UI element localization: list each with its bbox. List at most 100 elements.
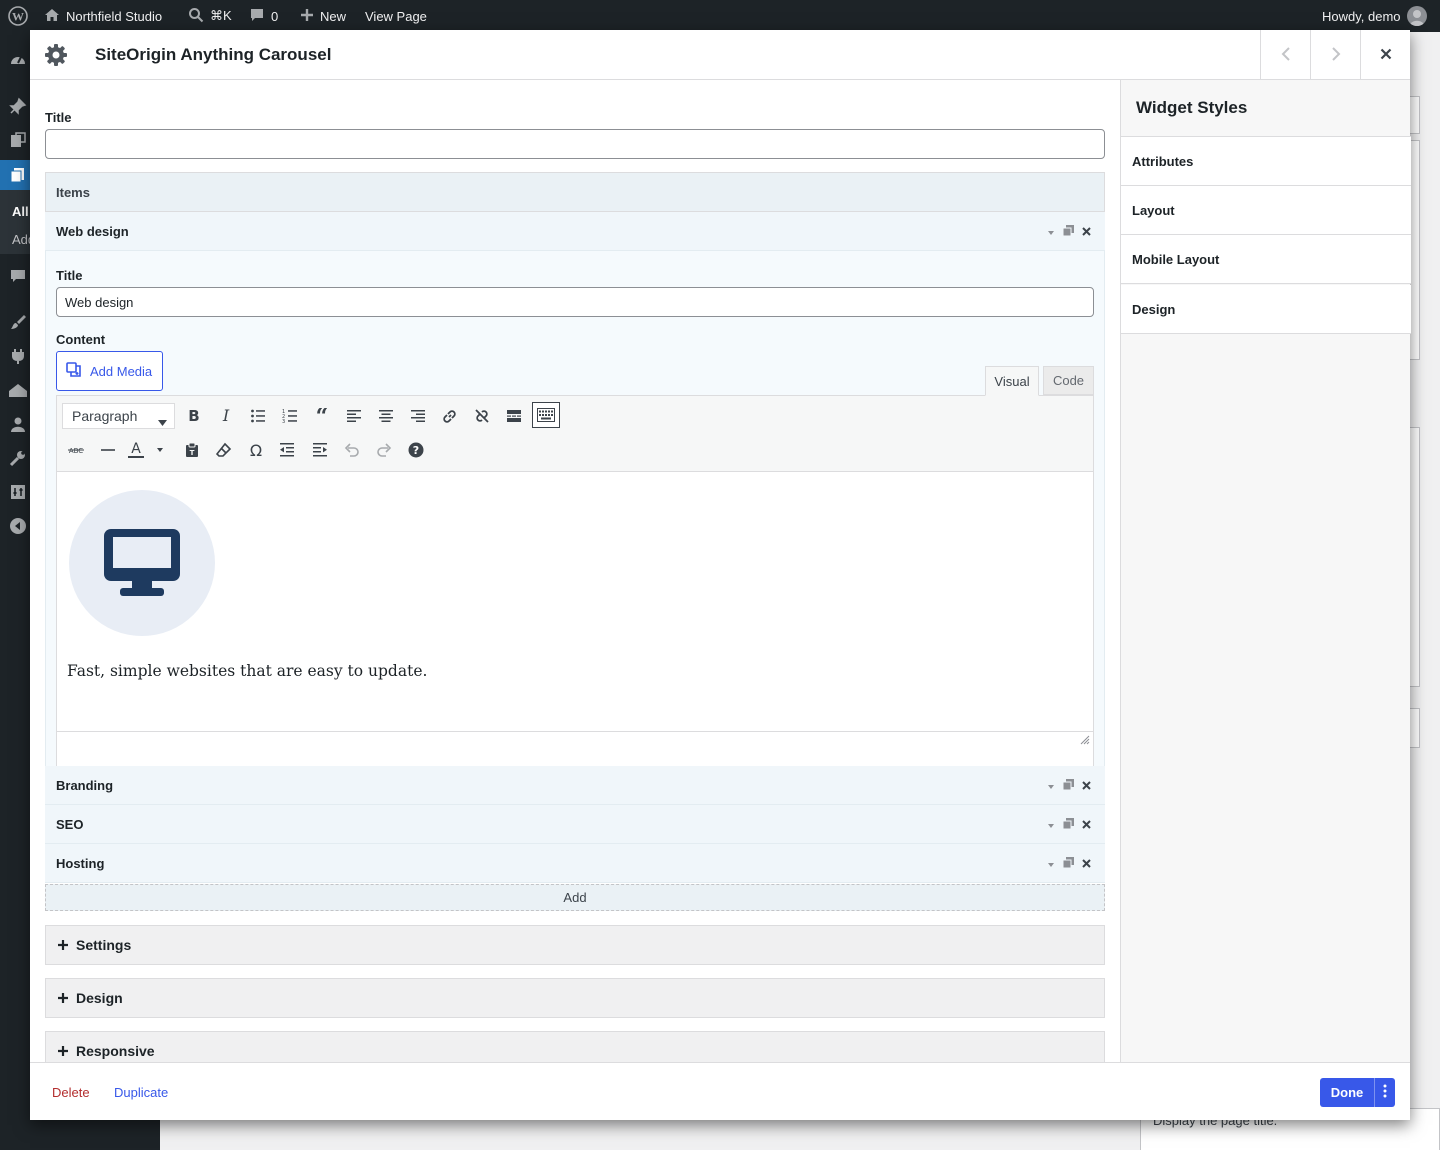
my-account[interactable]: Howdy, demo bbox=[1322, 0, 1427, 32]
admin-bar: W Northfield Studio ⌘K 0 New View Page H… bbox=[0, 0, 1440, 32]
strikethrough-icon[interactable]: ABC bbox=[62, 437, 90, 463]
plus-icon bbox=[58, 1043, 68, 1059]
outdent-icon[interactable] bbox=[273, 437, 301, 463]
align-right-icon[interactable] bbox=[404, 403, 432, 429]
svg-text:?: ? bbox=[413, 444, 419, 457]
plugins-icon[interactable] bbox=[8, 346, 28, 366]
paste-text-icon[interactable]: T bbox=[178, 437, 206, 463]
expand-toggle-icon[interactable] bbox=[1047, 817, 1055, 832]
style-section-mobile-layout[interactable]: Mobile Layout bbox=[1121, 235, 1411, 284]
widget-edit-dialog: SiteOrigin Anything Carousel Title Items… bbox=[30, 30, 1411, 1121]
settings-section-toggle[interactable]: Settings bbox=[45, 925, 1105, 965]
view-page-link[interactable]: View Page bbox=[365, 0, 427, 32]
close-dialog-button[interactable] bbox=[1360, 30, 1410, 80]
expand-toggle-icon[interactable] bbox=[1047, 778, 1055, 793]
wordpress-logo-icon[interactable]: W bbox=[8, 0, 28, 32]
clear-formatting-icon[interactable] bbox=[210, 437, 238, 463]
design-section-toggle[interactable]: Design bbox=[45, 978, 1105, 1018]
more-options-button[interactable] bbox=[1374, 1078, 1395, 1107]
redo-icon[interactable] bbox=[370, 437, 398, 463]
editor-paragraph: Fast, simple websites that are easy to u… bbox=[67, 662, 428, 680]
help-icon[interactable]: ? bbox=[402, 437, 430, 463]
svg-text:B: B bbox=[188, 408, 199, 424]
collapse-menu-icon[interactable] bbox=[8, 516, 28, 536]
site-origin-icon[interactable] bbox=[8, 380, 28, 400]
special-character-icon[interactable]: Ω bbox=[242, 437, 270, 463]
users-icon[interactable] bbox=[8, 414, 28, 434]
search-shortcut: ⌘K bbox=[210, 8, 232, 23]
comments-count: 0 bbox=[271, 8, 279, 24]
horizontal-line-icon[interactable] bbox=[94, 437, 122, 463]
new-content-link[interactable]: New bbox=[300, 0, 346, 32]
link-icon[interactable] bbox=[436, 403, 464, 429]
align-center-icon[interactable] bbox=[372, 403, 400, 429]
item-title-input[interactable]: Web design bbox=[56, 287, 1094, 317]
media-icon[interactable] bbox=[8, 130, 28, 150]
remove-item-icon[interactable] bbox=[1082, 856, 1091, 871]
duplicate-item-icon[interactable] bbox=[1062, 778, 1074, 793]
blockquote-icon[interactable]: “ bbox=[308, 403, 336, 429]
italic-icon[interactable]: I bbox=[212, 403, 240, 429]
tab-visual[interactable]: Visual bbox=[985, 366, 1039, 396]
tools-wrench-icon[interactable] bbox=[8, 448, 28, 468]
indent-icon[interactable] bbox=[306, 437, 334, 463]
next-widget-button[interactable] bbox=[1310, 30, 1360, 80]
unlink-icon[interactable] bbox=[468, 403, 496, 429]
chevron-right-icon bbox=[1330, 46, 1342, 64]
responsive-section-toggle[interactable]: Responsive bbox=[45, 1031, 1105, 1062]
expand-toggle-icon[interactable] bbox=[1047, 224, 1055, 239]
text-color-icon[interactable]: A bbox=[124, 437, 168, 463]
chevron-left-icon bbox=[1280, 46, 1292, 64]
duplicate-item-icon[interactable] bbox=[1062, 224, 1074, 239]
dialog-header: SiteOrigin Anything Carousel bbox=[30, 30, 1410, 80]
expand-toggle-icon[interactable] bbox=[1047, 856, 1055, 871]
repeater-item-header[interactable]: SEO bbox=[45, 805, 1105, 844]
bold-icon[interactable]: B bbox=[180, 403, 208, 429]
duplicate-item-icon[interactable] bbox=[1062, 856, 1074, 871]
site-name-link[interactable]: Northfield Studio bbox=[44, 0, 162, 32]
previous-widget-button[interactable] bbox=[1260, 30, 1310, 80]
svg-text:Ω: Ω bbox=[250, 442, 262, 458]
read-more-icon[interactable] bbox=[500, 403, 528, 429]
done-button[interactable]: Done bbox=[1320, 1078, 1374, 1107]
numbered-list-icon[interactable]: 123 bbox=[276, 403, 304, 429]
comments-menu-icon[interactable] bbox=[8, 266, 28, 286]
remove-item-icon[interactable] bbox=[1082, 224, 1091, 239]
toolbar-toggle-icon[interactable] bbox=[532, 402, 560, 428]
command-search[interactable]: ⌘K bbox=[188, 0, 232, 32]
tab-code[interactable]: Code bbox=[1043, 366, 1094, 395]
undo-icon[interactable] bbox=[338, 437, 366, 463]
appearance-brush-icon[interactable] bbox=[8, 312, 28, 332]
style-section-attributes[interactable]: Attributes bbox=[1121, 137, 1411, 186]
svg-text:“: “ bbox=[316, 408, 329, 424]
comments-link[interactable]: 0 bbox=[249, 0, 278, 32]
submenu-all-pages[interactable]: All bbox=[12, 204, 29, 219]
remove-item-icon[interactable] bbox=[1082, 778, 1091, 793]
site-name: Northfield Studio bbox=[66, 8, 163, 24]
section-label: Design bbox=[76, 990, 123, 1006]
resize-handle-icon[interactable] bbox=[1080, 733, 1090, 748]
add-item-button[interactable]: Add bbox=[45, 884, 1105, 911]
widget-styles-heading: Widget Styles bbox=[1121, 80, 1411, 137]
duplicate-link[interactable]: Duplicate bbox=[114, 1063, 168, 1121]
repeater-item-header[interactable]: Web design bbox=[45, 212, 1105, 251]
add-media-button[interactable]: Add Media bbox=[56, 351, 163, 391]
editor-content-area[interactable]: Fast, simple websites that are easy to u… bbox=[57, 472, 1093, 731]
remove-item-icon[interactable] bbox=[1082, 817, 1091, 832]
repeater-item-title: Hosting bbox=[56, 856, 105, 871]
format-select[interactable]: Paragraph bbox=[62, 403, 175, 429]
align-left-icon[interactable] bbox=[340, 403, 368, 429]
repeater-item-header[interactable]: Hosting bbox=[45, 844, 1105, 883]
avatar bbox=[1406, 6, 1427, 26]
posts-pin-icon[interactable] bbox=[8, 96, 28, 116]
chevron-down-icon bbox=[158, 413, 167, 429]
style-section-layout[interactable]: Layout bbox=[1121, 186, 1411, 235]
style-section-design[interactable]: Design bbox=[1121, 285, 1411, 334]
title-input[interactable] bbox=[45, 129, 1105, 159]
delete-link[interactable]: Delete bbox=[52, 1063, 90, 1121]
repeater-item-header[interactable]: Branding bbox=[45, 766, 1105, 805]
settings-sliders-icon[interactable] bbox=[8, 482, 28, 502]
bullet-list-icon[interactable] bbox=[244, 403, 272, 429]
dashboard-icon[interactable] bbox=[8, 50, 28, 70]
duplicate-item-icon[interactable] bbox=[1062, 817, 1074, 832]
